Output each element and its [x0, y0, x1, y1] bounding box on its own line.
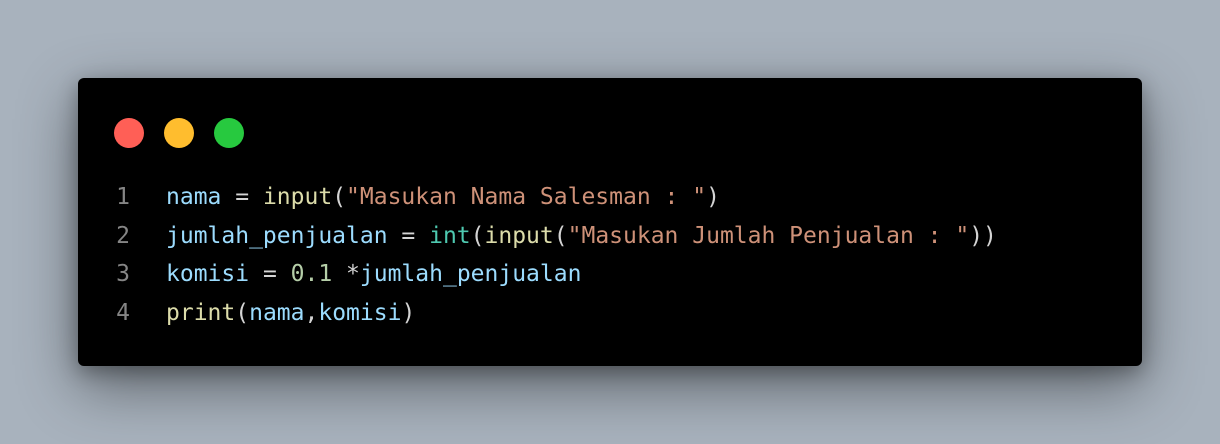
token: input — [262, 184, 333, 210]
code-text: jumlah_penjualan = int(input("Masukan Ju… — [130, 217, 997, 256]
token: jumlah_penjualan — [166, 222, 388, 249]
code-text: nama = input("Masukan Nama Salesman : ") — [130, 178, 720, 217]
token: "Masukan Nama Salesman : " — [346, 184, 707, 210]
token: int — [429, 222, 471, 249]
code-line: 1 nama = input("Masukan Nama Salesman : … — [78, 178, 1142, 217]
token: * — [332, 261, 360, 287]
token: input — [484, 222, 554, 249]
token: ) — [401, 299, 416, 326]
token: , — [304, 299, 319, 326]
minimize-dot-icon — [164, 118, 194, 148]
window-controls — [114, 118, 244, 148]
token: = — [221, 184, 263, 210]
code-block: 1 nama = input("Masukan Nama Salesman : … — [78, 178, 1142, 332]
maximize-dot-icon — [214, 118, 244, 148]
code-line: 2 jumlah_penjualan = int(input("Masukan … — [78, 217, 1142, 256]
token: komisi — [318, 299, 402, 326]
token: )) — [969, 222, 997, 249]
token: jumlah_penjualan — [359, 261, 582, 287]
token: ( — [470, 222, 485, 249]
code-window: 1 nama = input("Masukan Nama Salesman : … — [78, 78, 1142, 366]
token: "Masukan Jumlah Penjualan : " — [567, 222, 970, 249]
token: ( — [553, 222, 568, 249]
token: ( — [235, 299, 250, 326]
close-dot-icon — [114, 118, 144, 148]
line-number: 2 — [116, 222, 130, 249]
token: komisi — [166, 261, 250, 287]
token: ) — [706, 184, 720, 210]
line-number: 4 — [116, 299, 130, 326]
token: = — [387, 222, 430, 249]
code-text: print(nama,komisi) — [130, 294, 415, 333]
token: nama — [249, 299, 305, 326]
code-line: 4 print(nama,komisi) — [78, 294, 1142, 333]
token: nama — [166, 184, 222, 210]
code-line: 3 komisi = 0.1 *jumlah_penjualan — [78, 255, 1142, 294]
token: 0.1 — [290, 261, 333, 287]
token: print — [166, 299, 236, 326]
token: = — [249, 261, 291, 287]
token: ( — [332, 184, 347, 210]
line-number: 3 — [116, 261, 130, 287]
code-text: komisi = 0.1 *jumlah_penjualan — [130, 255, 581, 294]
line-number: 1 — [116, 184, 130, 210]
